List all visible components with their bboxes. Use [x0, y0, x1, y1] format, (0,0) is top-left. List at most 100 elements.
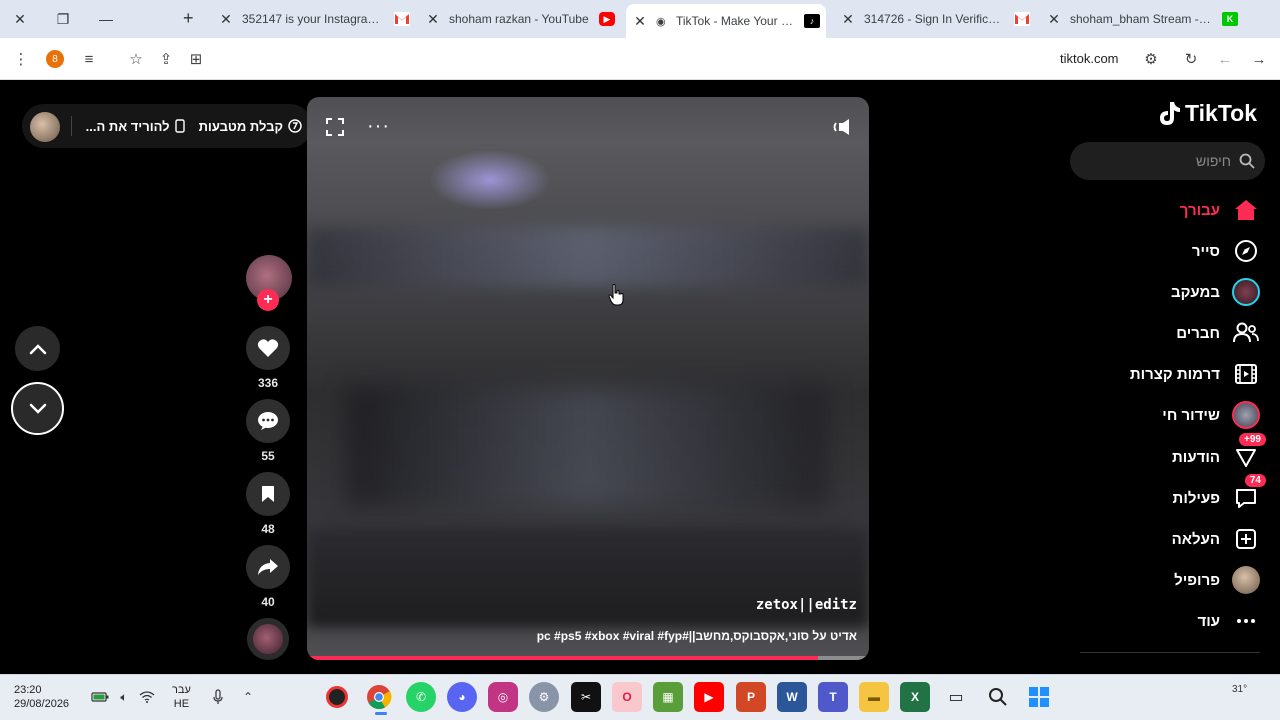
tab-youtube[interactable]: ✕ shoham razkan - YouTube ▶ [425, 4, 615, 34]
address-bar[interactable]: tiktok.com [1060, 51, 1119, 66]
tab-kick-stream[interactable]: ✕ shoham_bham Stream - Wat K [1046, 4, 1238, 34]
word-icon[interactable]: W [777, 682, 807, 712]
tab-close-icon[interactable]: ✕ [425, 11, 441, 28]
share-button[interactable] [246, 545, 290, 589]
sidebar-item-messages[interactable]: הודעות +99 [1172, 433, 1266, 471]
show-hidden-icons-chevron-icon[interactable]: ⌃ [239, 688, 257, 706]
tab-tiktok[interactable]: ✕ ◉ TikTok - Make Your Day ♪ [626, 4, 826, 38]
music-disc-icon[interactable] [247, 618, 289, 660]
tab-sign-in-verification[interactable]: ✕ 314726 - Sign In Verification [840, 4, 1030, 34]
teams-icon[interactable]: T [818, 682, 848, 712]
heart-icon [257, 339, 279, 357]
previous-video-button[interactable] [15, 326, 60, 371]
file-explorer-icon[interactable]: ▬ [859, 682, 889, 712]
clock-time: 23:20 [14, 684, 42, 696]
search-taskbar-icon[interactable] [983, 682, 1013, 712]
get-coins-button[interactable]: קבלת מטבעות [199, 119, 302, 134]
forward-icon[interactable]: → [1248, 48, 1270, 70]
close-window-button[interactable]: ✕ [8, 8, 32, 30]
tab-instagram-code[interactable]: ✕ 352147 is your Instagram co [218, 4, 410, 34]
upload-icon [1232, 525, 1260, 553]
film-icon [1232, 360, 1260, 388]
sidebar-item-label: חברים [1176, 324, 1220, 342]
wifi-icon[interactable] [138, 688, 156, 706]
window-app-icon[interactable]: ▭ [941, 682, 971, 712]
fullscreen-icon[interactable] [325, 117, 345, 137]
restore-window-button[interactable]: ❐ [51, 8, 75, 30]
excel-icon[interactable]: X [900, 682, 930, 712]
search-icon [1239, 153, 1255, 169]
following-avatar-icon [1232, 278, 1260, 306]
sidebar-item-friends[interactable]: חברים [1176, 319, 1260, 347]
sidebar-item-more[interactable]: עוד [1197, 607, 1260, 635]
download-app-button[interactable]: להוריד את ה... [86, 119, 185, 134]
save-button[interactable] [246, 472, 290, 516]
more-options-icon[interactable]: ··· [367, 115, 390, 138]
opera-icon[interactable]: O [612, 682, 642, 712]
speaker-icon[interactable]: 🔈︎ [115, 688, 133, 706]
instagram-icon[interactable]: ◎ [488, 682, 518, 712]
tab-close-icon[interactable]: ✕ [1046, 11, 1062, 28]
battery-icon[interactable] [91, 688, 109, 706]
new-tab-button[interactable]: + [183, 8, 194, 29]
capcut-icon[interactable]: ✂ [571, 682, 601, 712]
reading-list-icon[interactable]: ≡ [78, 48, 100, 70]
sidebar-item-short-dramas[interactable]: דרמות קצרות [1130, 360, 1260, 388]
windows-start-icon[interactable] [1024, 682, 1054, 712]
next-video-button[interactable] [11, 382, 64, 435]
sidebar-item-for-you[interactable]: עבורך [1180, 196, 1260, 224]
discord-icon[interactable]: ◕ [447, 682, 477, 712]
video-author[interactable]: zetox||editz [756, 597, 857, 613]
mouse-cursor-icon [608, 284, 624, 306]
tiktok-icon: ♪ [804, 14, 820, 28]
chrome-icon[interactable] [364, 682, 394, 712]
reload-icon[interactable]: ↻ [1180, 48, 1202, 70]
audio-playing-icon[interactable]: ◉ [656, 15, 670, 28]
like-button[interactable] [246, 326, 290, 370]
language-indicator[interactable]: עבר HE [172, 683, 191, 711]
sidebar-item-label: עוד [1197, 612, 1220, 630]
volume-icon[interactable] [831, 117, 853, 137]
search-input[interactable]: חיפוש [1070, 142, 1265, 180]
sidebar-item-activity[interactable]: פעילות 74 [1173, 474, 1266, 512]
back-icon[interactable]: ← [1214, 48, 1236, 70]
weather-widget[interactable]: 31° [1232, 684, 1247, 695]
sidebar-item-upload[interactable]: העלאה [1172, 525, 1260, 553]
powerpoint-icon[interactable]: P [736, 682, 766, 712]
sidebar-item-live[interactable]: שידור חי [1162, 401, 1260, 429]
like-count: 336 [257, 376, 279, 390]
tiktok-logo[interactable]: TikTok [1157, 100, 1257, 127]
comment-button[interactable] [246, 399, 290, 443]
install-app-icon[interactable]: ⊞ [185, 48, 207, 70]
taskbar-app-game-icon[interactable] [322, 682, 352, 712]
whatsapp-icon[interactable]: ✆ [406, 682, 436, 712]
sidebar-item-explore[interactable]: סייר [1192, 237, 1260, 265]
settings-gear-icon[interactable]: ⚙ [529, 682, 559, 712]
follow-plus-icon[interactable]: + [257, 289, 279, 311]
tab-close-icon[interactable]: ✕ [632, 13, 648, 30]
sidebar-item-following[interactable]: במעקב [1171, 278, 1260, 306]
bookmark-star-icon[interactable]: ☆ [125, 48, 147, 70]
logo-text: TikTok [1185, 100, 1257, 126]
friends-icon [1232, 319, 1260, 347]
tab-title: 352147 is your Instagram co [242, 12, 386, 26]
messages-icon: +99 [1232, 433, 1266, 471]
youtube-app-icon[interactable]: ▶ [694, 682, 724, 712]
chevron-up-icon [29, 343, 46, 354]
minecraft-icon[interactable]: ▦ [653, 682, 683, 712]
user-avatar[interactable] [30, 112, 60, 142]
browser-menu-icon[interactable]: ⋮ [10, 48, 32, 70]
share-arrow-icon [258, 559, 278, 575]
site-settings-icon[interactable]: ⚙ [1140, 48, 1162, 70]
tab-close-icon[interactable]: ✕ [218, 11, 234, 28]
clock[interactable]: 23:20 29/08/2026 [14, 683, 69, 711]
video-player[interactable]: ··· zetox||editz אדיט על סוני,אקסבוקס,מח… [307, 97, 869, 660]
save-count: 48 [261, 522, 275, 536]
minimize-window-button[interactable]: — [94, 8, 118, 30]
tab-close-icon[interactable]: ✕ [840, 11, 856, 28]
microphone-icon[interactable] [209, 688, 227, 706]
video-frame-blur [347, 387, 827, 507]
extension-badge[interactable]: 8 [46, 50, 64, 68]
share-page-icon[interactable]: ⇪ [155, 48, 177, 70]
sidebar-item-profile[interactable]: פרופיל [1174, 566, 1260, 594]
